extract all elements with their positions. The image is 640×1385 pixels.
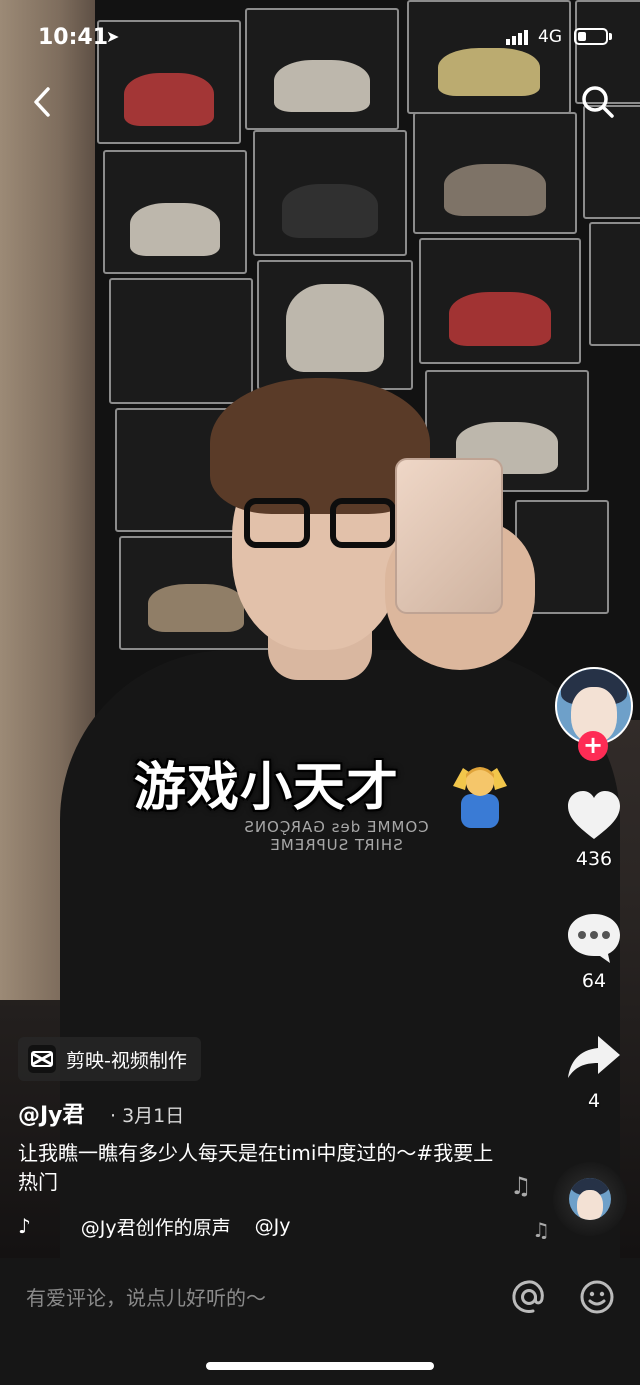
shoe-box: [253, 130, 407, 256]
network-type: 4G: [538, 27, 562, 47]
shoe-box: [109, 278, 253, 404]
shoe-box: [589, 222, 640, 346]
heart-icon: [568, 791, 620, 839]
music-row[interactable]: ♪ @Jy君创作的原声 @Jy: [18, 1213, 358, 1239]
music-author: @Jy: [254, 1215, 291, 1237]
comment-button[interactable]: 64: [560, 912, 628, 992]
share-arrow-icon: [568, 1036, 620, 1078]
post-description: 让我瞧一瞧有多少人每天是在timi中度过的～#我要上热门: [18, 1141, 494, 1194]
location-arrow-icon: ➤: [106, 27, 120, 46]
shoe-box: [103, 150, 247, 274]
person-shrugging-emoji-icon: [453, 767, 507, 828]
battery-cap: [609, 33, 612, 40]
held-phone: [395, 458, 503, 614]
share-count: 4: [587, 1090, 601, 1112]
comment-bar: 有爱评论，说点儿好听的～: [0, 1258, 640, 1385]
signal-bars-icon: [506, 29, 530, 45]
video-caption: 游戏小天才: [134, 758, 400, 818]
chevron-left-icon[interactable]: [22, 80, 66, 124]
battery-icon: [574, 28, 608, 45]
comment-dots-icon: [568, 914, 620, 963]
music-note-icon: ♫: [532, 1218, 550, 1242]
disc-avatar: [569, 1178, 611, 1220]
shoe-box: [419, 238, 581, 364]
status-bar: 10:41 ➤ 4G: [0, 0, 640, 78]
music-title: @Jy君创作的原声: [80, 1216, 231, 1239]
author-name[interactable]: @Jy君: [18, 1097, 85, 1129]
comment-input[interactable]: 有爱评论，说点儿好听的～: [26, 1282, 266, 1311]
status-time: 10:41: [38, 25, 109, 50]
at-icon[interactable]: [508, 1276, 550, 1318]
share-button[interactable]: 4: [560, 1032, 628, 1112]
music-note-icon: ♫: [510, 1172, 532, 1200]
comment-count: 64: [581, 970, 607, 992]
shoe-box: [413, 112, 577, 234]
app-tag-label: 剪映-视频制作: [66, 1049, 187, 1072]
home-indicator: [206, 1362, 434, 1370]
music-disc[interactable]: [553, 1162, 627, 1236]
shoe-box: [257, 260, 413, 390]
person-glasses: [244, 498, 396, 550]
search-icon[interactable]: [576, 80, 620, 124]
like-count: 436: [575, 848, 613, 870]
capcut-logo-icon: [28, 1045, 56, 1073]
tiktok-note-icon: ♪: [18, 1214, 31, 1238]
app-tag-button[interactable]: 剪映-视频制作: [18, 1037, 201, 1081]
smiley-icon[interactable]: [576, 1276, 618, 1318]
like-button[interactable]: 436: [560, 790, 628, 870]
post-date: · 3月1日: [110, 1105, 185, 1127]
sweater-print: COMME des GARÇONS SHIRT SUPREME: [243, 818, 429, 854]
follow-button[interactable]: +: [578, 731, 608, 761]
